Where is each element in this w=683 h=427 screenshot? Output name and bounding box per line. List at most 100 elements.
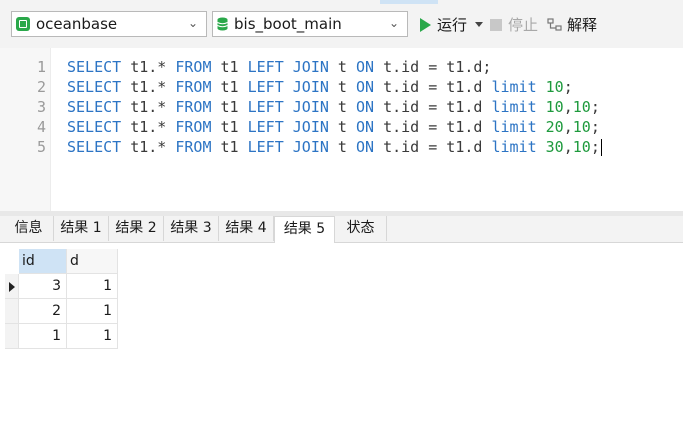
sql-text: t1.* <box>121 138 176 156</box>
current-row-pointer-icon <box>9 282 15 292</box>
sql-keyword: FROM <box>175 138 212 156</box>
sql-keyword: ON <box>356 118 375 136</box>
sql-keyword: SELECT <box>67 58 122 76</box>
sql-number: 10 <box>545 98 564 116</box>
database-icon <box>217 17 228 31</box>
table-cell[interactable]: 1 <box>67 274 118 299</box>
table-cell[interactable]: 3 <box>19 274 67 299</box>
sql-keyword: SELECT <box>67 98 122 116</box>
tab-result-2[interactable]: 结果 2 <box>109 216 164 241</box>
tab-status[interactable]: 状态 <box>335 216 387 241</box>
connection-icon <box>16 17 30 31</box>
column-header-d[interactable]: d <box>67 249 118 274</box>
code-line[interactable]: 4 SELECT t1.* FROM t1 LEFT JOIN t ON t.id… <box>0 117 683 137</box>
sql-text: t.id = t1.d; <box>374 58 492 76</box>
code-line[interactable]: 2 SELECT t1.* FROM t1 LEFT JOIN t ON t.id… <box>0 77 683 97</box>
column-header-id[interactable]: id <box>19 249 67 274</box>
code-text: SELECT t1.* FROM t1 LEFT JOIN t ON t.id … <box>67 57 491 77</box>
sql-text: t <box>328 138 356 156</box>
sql-text: t1 <box>211 138 248 156</box>
table-cell[interactable]: 1 <box>67 324 118 349</box>
code-line[interactable]: 1 SELECT t1.* FROM t1 LEFT JOIN t ON t.id… <box>0 57 683 77</box>
sql-text: t.id = t1.d <box>374 138 492 156</box>
toolbar-highlight <box>380 0 438 4</box>
sql-keyword: limit <box>491 118 537 136</box>
table-cell[interactable]: 1 <box>67 299 118 324</box>
chevron-down-icon: ⌄ <box>388 16 399 30</box>
code-text: SELECT t1.* FROM t1 LEFT JOIN t ON t.id … <box>67 97 600 117</box>
row-header[interactable] <box>5 324 19 349</box>
sql-keyword: FROM <box>175 98 212 116</box>
stop-icon <box>490 18 502 31</box>
sql-text: t <box>328 58 356 76</box>
sql-number: 10 <box>572 118 591 136</box>
line-number: 4 <box>36 118 46 136</box>
code-line[interactable]: 3 SELECT t1.* FROM t1 LEFT JOIN t ON t.id… <box>0 97 683 117</box>
sql-text: t <box>328 78 356 96</box>
sql-keyword: FROM <box>175 118 212 136</box>
toolbar: oceanbase ⌄ bis_boot_main ⌄ 运行 停止 解释 <box>0 0 683 48</box>
sql-keyword: limit <box>491 138 537 156</box>
sql-number: 10 <box>545 78 564 96</box>
play-icon <box>420 17 431 32</box>
sql-text: , <box>563 98 573 116</box>
explain-label: 解释 <box>567 16 598 34</box>
sql-keyword: ON <box>356 58 375 76</box>
sql-keyword: FROM <box>175 78 212 96</box>
sql-keyword: LEFT JOIN <box>247 98 329 116</box>
run-dropdown-caret-icon[interactable] <box>475 22 484 27</box>
tab-result-4[interactable]: 结果 4 <box>219 216 274 241</box>
line-number: 5 <box>36 138 46 156</box>
connection-label: oceanbase <box>36 15 118 33</box>
explain-icon <box>547 17 563 33</box>
sql-keyword: LEFT JOIN <box>247 138 329 156</box>
sql-keyword: SELECT <box>67 118 122 136</box>
sql-keyword: limit <box>491 98 537 116</box>
tab-info[interactable]: 信息 <box>4 216 54 241</box>
sql-keyword: LEFT JOIN <box>247 58 329 76</box>
sql-text: t1 <box>211 58 248 76</box>
sql-text: t.id = t1.d <box>374 98 492 116</box>
sql-text: ; <box>590 138 600 156</box>
sql-text: t1.* <box>121 58 176 76</box>
sql-number: 30 <box>545 138 564 156</box>
sql-editor[interactable]: 1 SELECT t1.* FROM t1 LEFT JOIN t ON t.id… <box>0 48 683 211</box>
sql-keyword: SELECT <box>67 138 122 156</box>
sql-number: 10 <box>572 138 591 156</box>
table-cell[interactable]: 1 <box>19 324 67 349</box>
sql-number: 20 <box>545 118 564 136</box>
stop-button[interactable]: 停止 <box>490 14 538 35</box>
tab-result-5[interactable]: 结果 5 <box>274 216 335 243</box>
run-button[interactable]: 运行 <box>420 14 484 35</box>
line-number: 3 <box>36 98 46 116</box>
database-label: bis_boot_main <box>234 15 342 33</box>
sql-keyword: ON <box>356 138 375 156</box>
tab-result-3[interactable]: 结果 3 <box>164 216 219 241</box>
sql-text: t <box>328 118 356 136</box>
stop-label: 停止 <box>508 16 539 34</box>
sql-keyword: SELECT <box>67 78 122 96</box>
result-grid: id d 3 1 2 1 1 1 <box>0 243 683 427</box>
sql-keyword: LEFT JOIN <box>247 118 329 136</box>
row-header[interactable] <box>5 274 19 299</box>
sql-text: t1.* <box>121 118 176 136</box>
sql-text: t1 <box>211 118 248 136</box>
database-select[interactable]: bis_boot_main ⌄ <box>212 11 408 37</box>
result-tab-bar: 信息 结果 1 结果 2 结果 3 结果 4 结果 5 状态 <box>0 216 683 243</box>
chevron-down-icon: ⌄ <box>187 16 198 30</box>
sql-keyword: ON <box>356 98 375 116</box>
code-line[interactable]: 5 SELECT t1.* FROM t1 LEFT JOIN t ON t.id… <box>0 137 683 157</box>
sql-keyword: limit <box>491 78 537 96</box>
connection-select[interactable]: oceanbase ⌄ <box>11 11 207 37</box>
sql-text: t1.* <box>121 98 176 116</box>
sql-text: t <box>328 98 356 116</box>
explain-button[interactable]: 解释 <box>547 14 597 35</box>
row-header[interactable] <box>5 299 19 324</box>
table-cell[interactable]: 2 <box>19 299 67 324</box>
sql-text: t1.* <box>121 78 176 96</box>
sql-text: t.id = t1.d <box>374 118 492 136</box>
tab-result-1[interactable]: 结果 1 <box>54 216 109 241</box>
